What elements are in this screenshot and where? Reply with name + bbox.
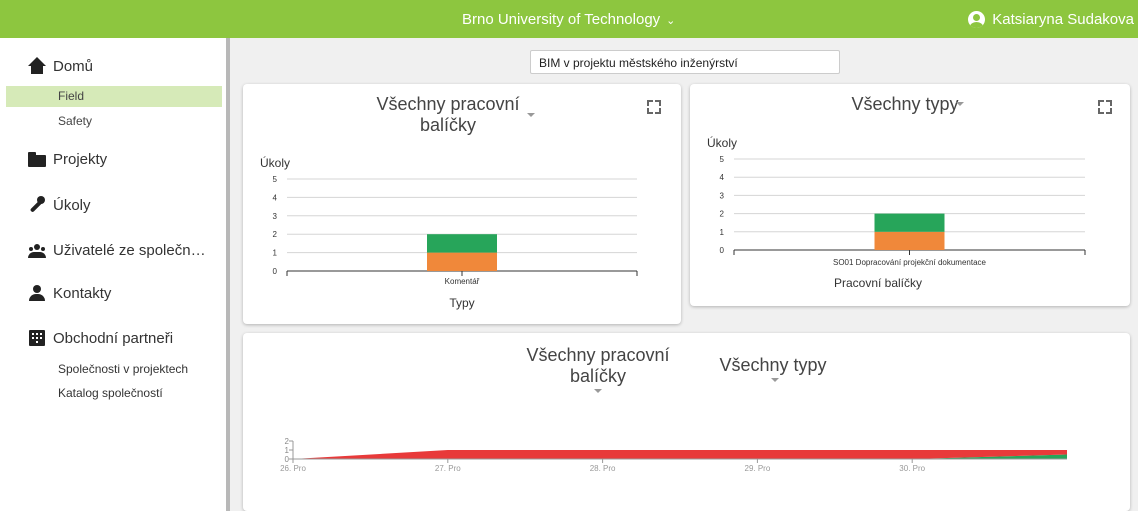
folder-icon [28, 150, 46, 168]
y-tick-label: 0 [285, 455, 290, 464]
sidebar-item-label: Obchodní partneři [53, 329, 174, 347]
bar-segment [874, 213, 945, 232]
x-axis-title: Typy [449, 296, 474, 310]
bar-segment [427, 234, 497, 253]
sidebar-resize-handle[interactable] [226, 38, 230, 511]
group-icon [28, 241, 46, 259]
wrench-icon [28, 196, 46, 214]
x-tick-label: 27. Pro [435, 464, 461, 473]
sidebar-item-contacts[interactable]: Kontakty [28, 284, 111, 302]
x-axis-title: Pracovní balíčky [834, 276, 922, 290]
x-tick-label: 29. Pro [745, 464, 771, 473]
sidebar-item-label: Projekty [53, 150, 108, 168]
y-tick-label: 4 [720, 173, 725, 182]
chart-card-timeline: Všechny pracovní balíčky Všechny typy 01… [243, 333, 1130, 511]
x-tick-label: Komentář [445, 277, 480, 286]
home-icon [28, 57, 46, 75]
person-icon [28, 284, 46, 302]
chart-card-types: Všechny pracovní balíčky Úkoly 0 1 2 3 4 5 Kome… [243, 84, 681, 324]
chart-timeline: 012 26. Pro 27. Pro 28. Pro 29. Pro 30. Pro [280, 437, 1067, 473]
organization-name: Brno University of Technology [462, 11, 661, 28]
chart-card-workpackages: Všechny typy Úkoly 0 1 2 3 4 5 SO01 Dopracování… [690, 84, 1130, 306]
y-tick-label: 0 [273, 267, 278, 276]
bar-segment [874, 231, 945, 250]
chart-types: Úkoly 0 1 2 3 4 5 Komentář Typy [260, 155, 638, 310]
x-tick-label: SO01 Dopracování projekční dokumentace [833, 258, 987, 267]
sidebar-item-label: Uživatelé ze společn… [53, 241, 206, 259]
chart-workpackages: Úkoly 0 1 2 3 4 5 SO01 Dopracování projekční do… [707, 135, 1086, 290]
y-tick-label: 1 [285, 446, 290, 455]
y-axis-title: Úkoly [260, 155, 290, 170]
building-icon [28, 329, 46, 347]
y-tick-label: 2 [273, 230, 278, 239]
y-tick-label: 5 [720, 155, 725, 164]
project-selector[interactable]: BIM v projektu městského inženýrství [530, 50, 840, 74]
y-axis-title: Úkoly [707, 135, 737, 150]
x-tick-label: 30. Pro [899, 464, 925, 473]
organization-switcher[interactable]: Brno University of Technology ⌄ [462, 11, 675, 28]
sidebar-item-label: Úkoly [53, 196, 91, 214]
sidebar-subitem-safety[interactable]: Safety [6, 111, 222, 132]
sidebar-item-label: Domů [53, 57, 94, 75]
sidebar-item-partners[interactable]: Obchodní partneři [28, 329, 173, 347]
sidebar: Domů Field Safety Projekty Úkoly Uživate… [0, 38, 226, 511]
sidebar-subitem-field[interactable]: Field [6, 86, 222, 107]
y-tick-label: 2 [285, 437, 290, 446]
sidebar-item-projects[interactable]: Projekty [28, 150, 107, 168]
x-tick-label: 28. Pro [590, 464, 616, 473]
y-tick-label: 0 [720, 246, 725, 255]
y-tick-label: 3 [273, 212, 278, 221]
x-tick-label: 26. Pro [280, 464, 306, 473]
chevron-down-icon: ⌄ [666, 15, 676, 27]
y-tick-label: 1 [273, 249, 278, 258]
sidebar-item-label: Kontakty [53, 284, 112, 302]
sidebar-subitem-companies-in-projects[interactable]: Společnosti v projektech [58, 362, 188, 376]
y-tick-label: 1 [720, 228, 725, 237]
sidebar-subitem-company-catalog[interactable]: Katalog společností [58, 386, 163, 400]
y-tick-label: 5 [273, 175, 278, 184]
user-menu[interactable]: Katsiaryna Sudakova [968, 11, 1134, 28]
area-series [293, 450, 1067, 459]
account-circle-icon [968, 11, 986, 28]
user-name: Katsiaryna Sudakova [992, 11, 1134, 28]
y-tick-label: 4 [273, 193, 278, 202]
y-tick-label: 2 [720, 210, 725, 219]
sidebar-item-tasks[interactable]: Úkoly [28, 196, 91, 214]
sidebar-item-company-users[interactable]: Uživatelé ze společn… [28, 241, 206, 259]
sidebar-item-home[interactable]: Domů [28, 57, 93, 75]
bar-segment [427, 252, 497, 271]
top-bar: Brno University of Technology ⌄ Katsiaryn… [0, 0, 1138, 38]
y-tick-label: 3 [720, 191, 725, 200]
